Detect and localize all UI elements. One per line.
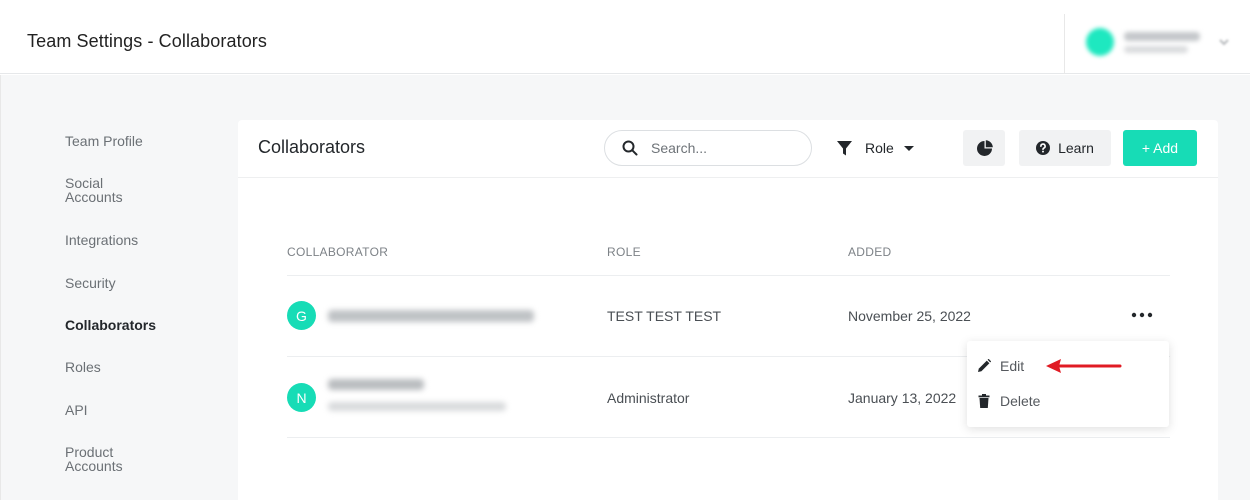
header-divider — [1064, 14, 1065, 74]
collaborator-added-date: November 25, 2022 — [848, 308, 971, 324]
collaborator-avatar: G — [287, 301, 316, 330]
chevron-down-icon[interactable] — [1218, 36, 1230, 48]
column-header-added: ADDED — [848, 245, 892, 259]
table-divider — [287, 437, 1170, 438]
sidebar-item-security[interactable]: Security — [65, 276, 116, 290]
column-header-collaborator: COLLABORATOR — [287, 245, 389, 259]
user-email-redacted — [1124, 46, 1188, 53]
user-name-redacted[interactable] — [1124, 32, 1200, 41]
app-header: Team Settings - Collaborators — [0, 0, 1250, 74]
sidebar-item-team-profile[interactable]: Team Profile — [65, 134, 143, 148]
collaborator-name-redacted — [328, 379, 424, 390]
analytics-button[interactable] — [963, 130, 1005, 166]
sidebar-item-social-accounts[interactable]: Social Accounts — [65, 176, 123, 204]
sidebar-item-product-accounts[interactable]: Product Accounts — [65, 445, 123, 473]
collaborator-role: TEST TEST TEST — [607, 308, 722, 324]
collaborator-role: Administrator — [607, 390, 690, 406]
card-title: Collaborators — [258, 137, 366, 157]
role-filter-dropdown[interactable]: Role — [836, 134, 914, 162]
collaborator-email-redacted — [328, 402, 506, 411]
edit-menu-item[interactable]: Edit — [977, 355, 1024, 377]
filter-icon — [837, 140, 852, 155]
trash-icon — [978, 394, 990, 408]
pencil-icon — [978, 359, 991, 372]
sidebar-item-integrations[interactable]: Integrations — [65, 233, 138, 247]
sidebar-item-api[interactable]: API — [65, 403, 88, 417]
learn-label: Learn — [1058, 140, 1094, 156]
pie-chart-icon — [976, 139, 993, 156]
column-header-role: ROLE — [607, 245, 641, 259]
add-collaborator-button[interactable]: + Add — [1123, 130, 1197, 166]
delete-label: Delete — [1000, 393, 1041, 409]
more-horizontal-icon[interactable] — [1131, 310, 1153, 320]
user-avatar[interactable] — [1086, 28, 1114, 56]
page-title: Team Settings - Collaborators — [27, 31, 268, 51]
caret-down-icon — [903, 146, 914, 151]
table-divider — [287, 275, 1170, 276]
delete-menu-item[interactable]: Delete — [977, 390, 1040, 412]
collaborator-avatar: N — [287, 383, 316, 412]
role-filter-label: Role — [865, 140, 894, 156]
sidebar-item-collaborators[interactable]: Collaborators — [65, 318, 156, 332]
row-actions-menu: Edit Delete — [967, 341, 1169, 427]
search-icon — [622, 140, 638, 156]
collaborator-added-date: January 13, 2022 — [848, 390, 957, 406]
card-toolbar: Collaborators Role — [238, 120, 1218, 178]
question-circle-icon — [1036, 141, 1051, 155]
collaborator-email-redacted — [328, 310, 534, 322]
search-box[interactable] — [604, 130, 812, 166]
search-input[interactable] — [651, 139, 801, 157]
edit-label: Edit — [1000, 358, 1025, 374]
learn-button[interactable]: Learn — [1019, 130, 1111, 166]
collaborators-card: Collaborators Role — [238, 120, 1218, 500]
sidebar-item-roles[interactable]: Roles — [65, 360, 101, 374]
annotation-arrow-icon — [1046, 359, 1122, 373]
